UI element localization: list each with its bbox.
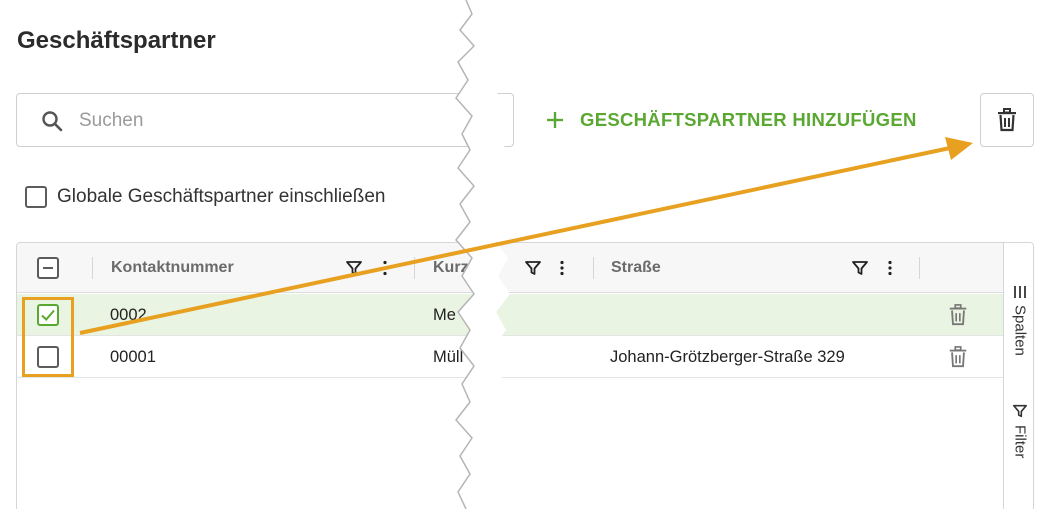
columns-icon — [1014, 286, 1026, 298]
filter-icon — [1012, 404, 1028, 418]
columns-tab[interactable]: Spalten — [1006, 285, 1033, 356]
filter-icon[interactable] — [524, 259, 542, 277]
search-field[interactable] — [16, 93, 514, 147]
column-menu-icon[interactable] — [376, 259, 394, 277]
columns-tab-label: Spalten — [1011, 305, 1029, 356]
business-partner-grid: Kontaktnummer Kurz Straße 0002 Me 00001 … — [16, 242, 1034, 509]
column-menu-icon[interactable] — [553, 259, 571, 277]
column-separator — [593, 257, 594, 279]
cell-kontaktnummer: 00001 — [110, 347, 156, 366]
global-partners-checkbox[interactable] — [25, 186, 47, 208]
page-title: Geschäftspartner — [17, 27, 216, 54]
global-partners-label: Globale Geschäftspartner einschließen — [57, 186, 386, 207]
delete-selected-button[interactable] — [980, 93, 1034, 147]
trash-icon[interactable] — [947, 346, 969, 368]
filter-icon[interactable] — [345, 259, 363, 277]
cell-kontaktnummer: 0002 — [110, 305, 147, 324]
select-all-checkbox[interactable] — [37, 257, 59, 279]
filter-tab-label: Filter — [1011, 425, 1029, 459]
torn-edge-divider — [455, 0, 510, 509]
add-button-label: GESCHÄFTSPARTNER HINZUFÜGEN — [580, 109, 917, 130]
search-input[interactable] — [79, 106, 479, 136]
column-menu-icon[interactable] — [881, 259, 899, 277]
filter-icon[interactable] — [851, 259, 869, 277]
column-separator — [92, 257, 93, 279]
trash-icon — [998, 108, 1016, 132]
trash-icon[interactable] — [947, 304, 969, 326]
column-separator — [414, 257, 415, 279]
column-header-strasse[interactable]: Straße — [611, 243, 661, 293]
column-separator — [919, 257, 920, 279]
grid-side-panel: Spalten Filter — [1003, 243, 1033, 509]
plus-icon — [547, 112, 563, 128]
add-business-partner-button[interactable]: GESCHÄFTSPARTNER HINZUFÜGEN — [544, 102, 917, 138]
selection-highlight-box — [22, 297, 74, 377]
filter-tab[interactable]: Filter — [1006, 403, 1033, 459]
search-icon — [42, 111, 63, 132]
column-header-kontaktnummer[interactable]: Kontaktnummer — [111, 243, 234, 293]
global-partners-toggle[interactable]: Globale Geschäftspartner einschließen — [25, 186, 385, 208]
cell-strasse: Johann-Grötzberger-Straße 329 — [610, 347, 845, 366]
